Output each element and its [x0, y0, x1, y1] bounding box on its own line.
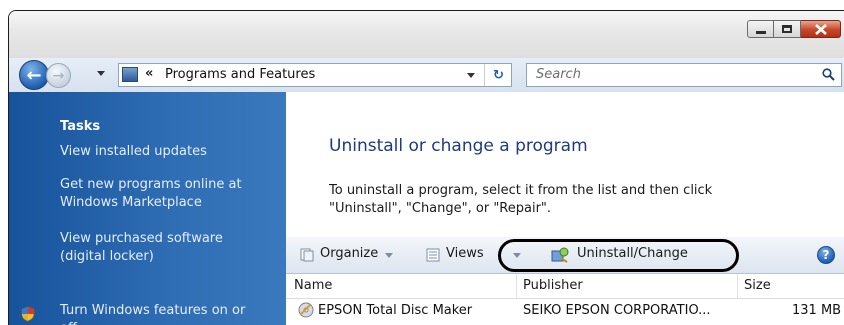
programs-and-features-window: ← → « Programs and Features ↻ Search Tas…: [8, 10, 844, 325]
close-icon: [814, 23, 827, 35]
link-text: off: [60, 320, 245, 325]
address-dropdown-icon[interactable]: [467, 73, 475, 78]
refresh-icon: ↻: [493, 67, 504, 83]
description-line: To uninstall a program, select it from t…: [329, 183, 713, 198]
column-header-size[interactable]: Size: [744, 278, 771, 293]
turn-windows-features-link[interactable]: Turn Windows features on or off: [60, 302, 245, 325]
caption-buttons: [747, 20, 841, 38]
tasks-pane: Tasks View installed updates Get new pro…: [9, 92, 286, 325]
view-installed-updates-link[interactable]: View installed updates: [60, 143, 207, 161]
forward-button[interactable]: →: [46, 63, 71, 88]
view-purchased-software-link[interactable]: View purchased software (digital locker): [60, 230, 223, 266]
uninstall-change-icon: [551, 247, 569, 263]
uac-shield-icon: [21, 306, 35, 322]
breadcrumb-programs-and-features[interactable]: Programs and Features: [165, 67, 315, 82]
link-text: Windows Marketplace: [60, 195, 202, 210]
organize-icon: [300, 248, 314, 262]
page-description: To uninstall a program, select it from t…: [329, 182, 799, 218]
help-button[interactable]: ?: [817, 246, 835, 264]
table-row[interactable]: EPSON Total Disc Maker SEIKO EPSON CORPO…: [286, 299, 844, 325]
column-header-publisher[interactable]: Publisher: [523, 278, 583, 293]
search-input[interactable]: Search: [526, 63, 842, 87]
link-text: (digital locker): [60, 249, 154, 264]
close-button[interactable]: [801, 20, 841, 38]
main-content: Uninstall or change a program To uninsta…: [286, 92, 844, 325]
back-arrow-icon: ←: [26, 64, 42, 86]
minimize-button[interactable]: [747, 20, 774, 38]
column-divider[interactable]: [516, 274, 517, 298]
title-bar: [9, 11, 844, 59]
forward-arrow-icon: →: [52, 67, 65, 84]
minimize-icon: [755, 30, 766, 34]
program-list-header: Name Publisher Size: [286, 274, 844, 299]
page-title: Uninstall or change a program: [329, 136, 588, 156]
tasks-heading: Tasks: [60, 119, 101, 134]
maximize-button[interactable]: [774, 20, 801, 38]
description-line: "Uninstall", "Change", or "Repair".: [329, 201, 552, 216]
link-text: Turn Windows features on or: [60, 303, 246, 318]
program-size: 131 MB: [792, 303, 842, 318]
organize-dropdown-icon[interactable]: [385, 253, 393, 258]
recent-pages-dropdown[interactable]: [97, 71, 105, 76]
epson-program-icon: [298, 302, 314, 318]
column-divider[interactable]: [737, 274, 738, 298]
search-placeholder: Search: [536, 67, 581, 82]
link-text: View purchased software: [60, 231, 223, 246]
column-header-name[interactable]: Name: [294, 278, 332, 293]
organize-button[interactable]: Organize: [320, 246, 378, 261]
program-publisher: SEIKO EPSON CORPORATIO...: [523, 303, 711, 318]
views-dropdown-icon[interactable]: [513, 253, 521, 258]
address-field[interactable]: « Programs and Features ↻: [118, 63, 512, 87]
views-button[interactable]: Views: [446, 246, 494, 261]
control-panel-icon: [122, 67, 138, 82]
link-text: Get new programs online at: [60, 177, 242, 192]
back-button[interactable]: ←: [19, 60, 49, 90]
program-name: EPSON Total Disc Maker: [318, 303, 473, 318]
maximize-icon: [782, 25, 792, 33]
refresh-button[interactable]: ↻: [484, 64, 512, 86]
address-overflow-chevron[interactable]: «: [145, 66, 153, 81]
views-icon: [426, 248, 440, 262]
get-new-programs-link[interactable]: Get new programs online at Windows Marke…: [60, 176, 242, 212]
uninstall-change-button[interactable]: Uninstall/Change: [577, 246, 688, 261]
command-bar: Organize Views Uninstall/Change ?: [286, 237, 844, 274]
search-icon[interactable]: [822, 68, 835, 81]
link-text: View installed updates: [60, 144, 207, 159]
address-bar: ← → « Programs and Features ↻ Search: [9, 58, 844, 92]
